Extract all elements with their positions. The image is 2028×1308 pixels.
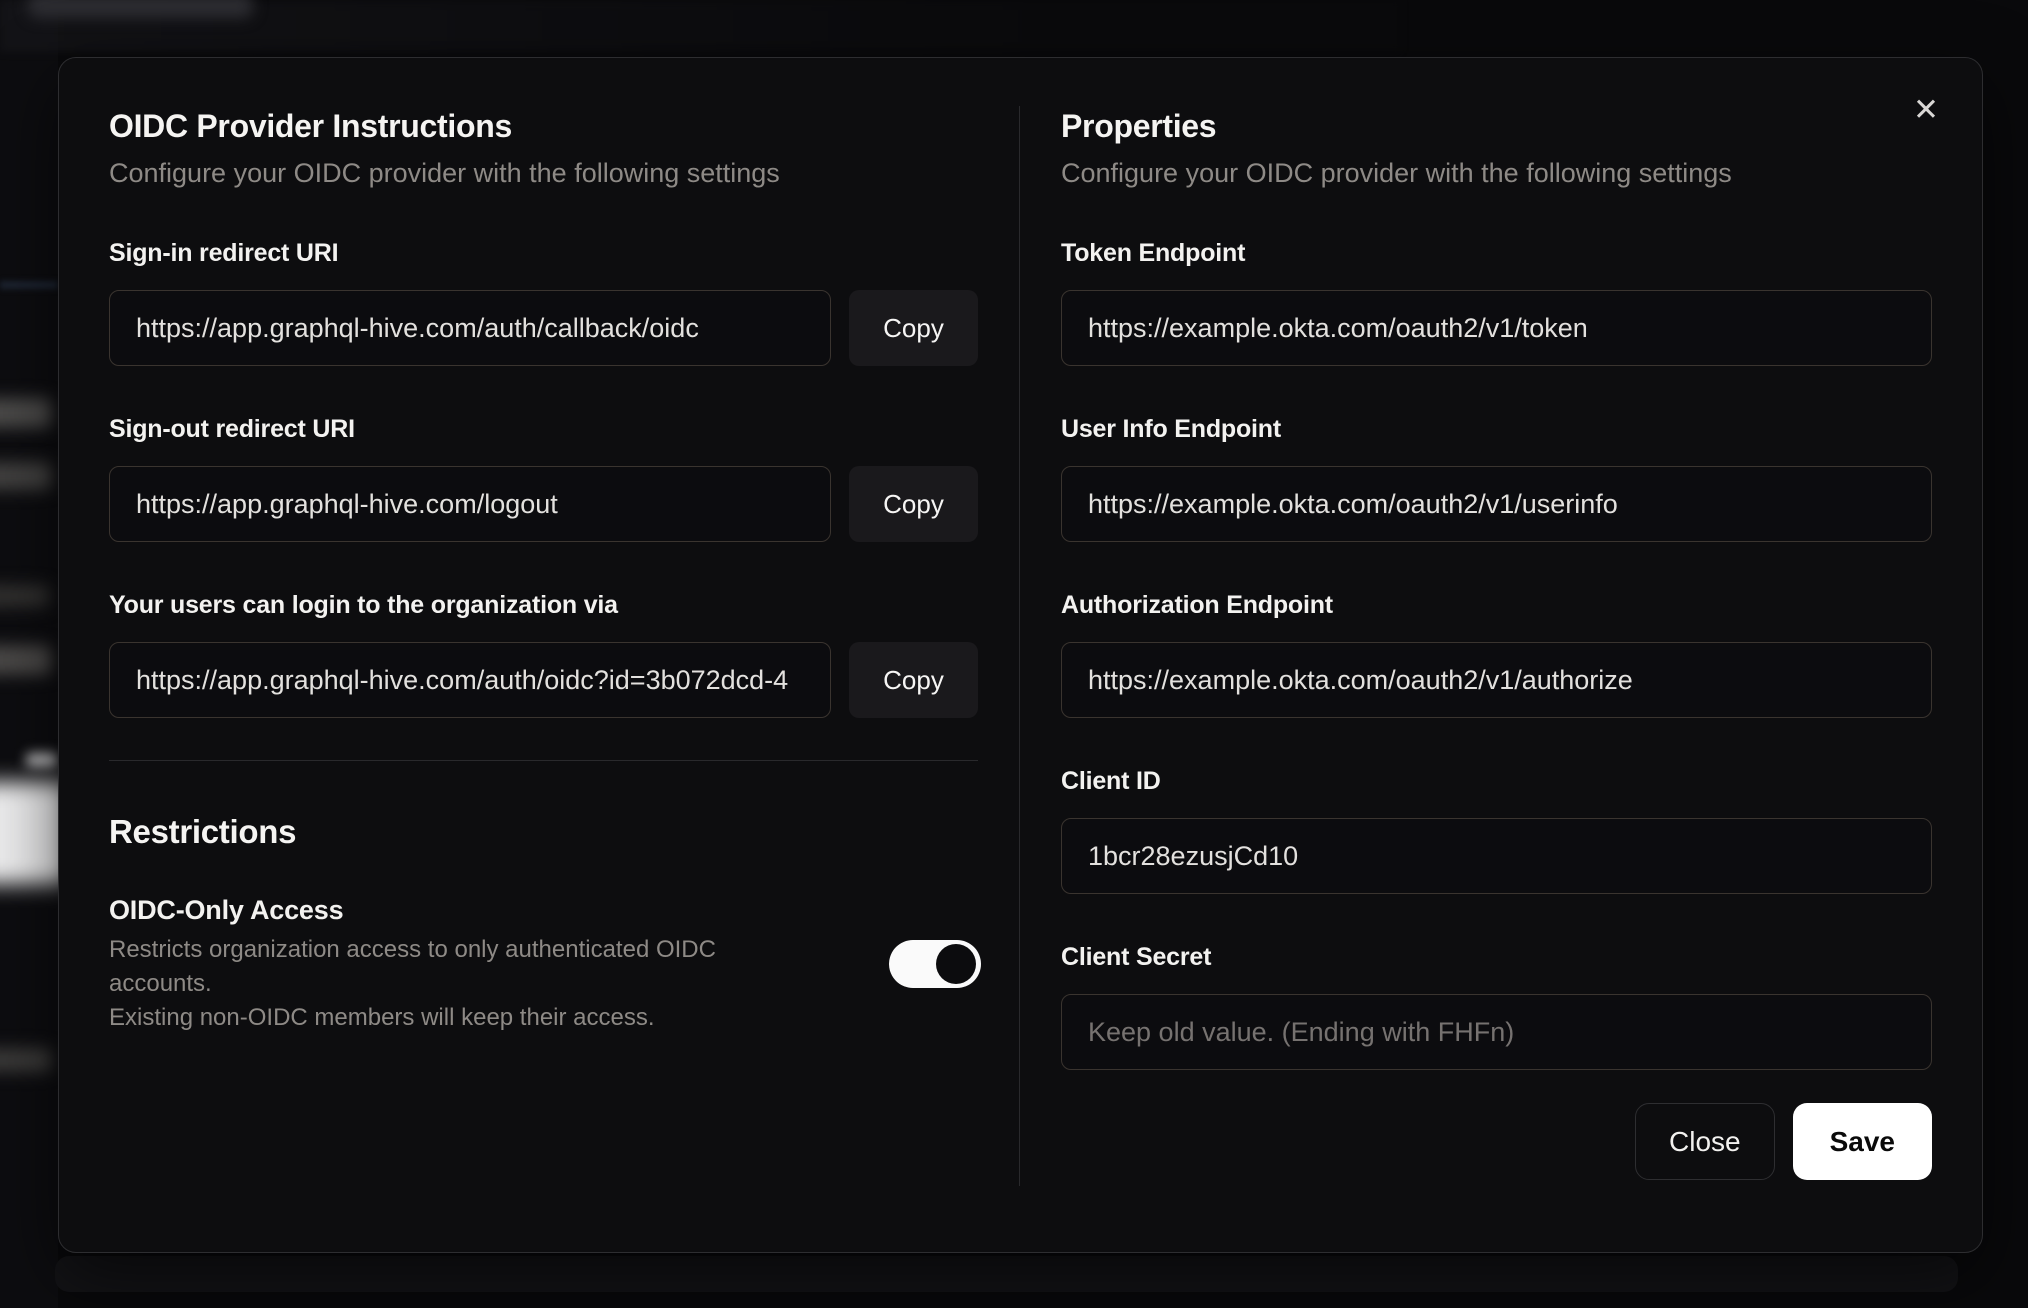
instructions-subtitle: Configure your OIDC provider with the fo… <box>109 158 780 188</box>
oidc-only-access-label: OIDC-Only Access <box>109 895 344 925</box>
authorization-endpoint-label: Authorization Endpoint <box>1061 591 1333 619</box>
login-url-label: Your users can login to the organization… <box>109 591 618 619</box>
oidc-only-access-text: OIDC-Only Access Restricts organization … <box>109 893 819 1035</box>
background-blurred-text <box>0 585 50 607</box>
copy-sign-out-uri-button[interactable]: Copy <box>849 466 978 542</box>
properties-subtitle: Configure your OIDC provider with the fo… <box>1061 158 1732 188</box>
save-button[interactable]: Save <box>1792 1103 1932 1180</box>
client-id-input[interactable] <box>1061 818 1932 894</box>
background-blurred-text <box>0 645 52 675</box>
close-button[interactable]: Close <box>1635 1103 1775 1180</box>
client-id-label: Client ID <box>1061 767 1161 795</box>
background-blurred-dash <box>26 753 58 767</box>
properties-column: Properties Configure your OIDC provider … <box>1019 106 1932 1186</box>
sign-in-redirect-uri-label: Sign-in redirect URI <box>109 239 339 267</box>
section-divider <box>109 760 978 761</box>
background-panel-edge <box>55 1256 1958 1292</box>
client-secret-label: Client Secret <box>1061 943 1212 971</box>
authorization-endpoint-input[interactable] <box>1061 642 1932 718</box>
login-url-row: Copy <box>109 642 1019 718</box>
background-blurred-text <box>0 1048 52 1072</box>
login-url-input[interactable] <box>109 642 831 718</box>
background-blurred-text <box>0 462 52 490</box>
copy-login-url-button[interactable]: Copy <box>849 642 978 718</box>
properties-title: Properties <box>1061 108 1217 144</box>
toggle-knob <box>936 944 976 984</box>
oidc-only-toggle[interactable] <box>889 940 981 988</box>
sign-in-redirect-uri-row: Copy <box>109 290 1019 366</box>
description-line-2: Existing non-OIDC members will keep thei… <box>109 1004 655 1031</box>
sign-out-redirect-uri-row: Copy <box>109 466 1019 542</box>
background-blurred-line <box>0 281 58 289</box>
sign-in-redirect-uri-input[interactable] <box>109 290 831 366</box>
close-icon[interactable]: ✕ <box>1904 88 1948 132</box>
user-info-endpoint-input[interactable] <box>1061 466 1932 542</box>
oidc-settings-dialog: ✕ OIDC Provider Instructions Configure y… <box>58 57 1983 1253</box>
background-blurred-tab <box>28 0 253 18</box>
description-line-1: Restricts organization access to only au… <box>109 936 716 997</box>
instructions-column: OIDC Provider Instructions Configure you… <box>109 106 1019 1035</box>
client-secret-input[interactable] <box>1061 994 1932 1070</box>
background-page-strip <box>0 0 58 1308</box>
user-info-endpoint-label: User Info Endpoint <box>1061 415 1281 443</box>
oidc-only-access-row: OIDC-Only Access Restricts organization … <box>109 893 1019 1035</box>
background-blurred-text <box>0 398 52 428</box>
oidc-only-access-description: Restricts organization access to only au… <box>109 933 819 1035</box>
instructions-title: OIDC Provider Instructions <box>109 108 512 144</box>
background-top-glow <box>0 0 1400 52</box>
token-endpoint-label: Token Endpoint <box>1061 239 1246 267</box>
restrictions-title: Restrictions <box>109 813 297 850</box>
copy-sign-in-uri-button[interactable]: Copy <box>849 290 978 366</box>
dialog-footer: Close Save <box>1061 1103 1932 1180</box>
token-endpoint-input[interactable] <box>1061 290 1932 366</box>
sign-out-redirect-uri-input[interactable] <box>109 466 831 542</box>
sign-out-redirect-uri-label: Sign-out redirect URI <box>109 415 355 443</box>
